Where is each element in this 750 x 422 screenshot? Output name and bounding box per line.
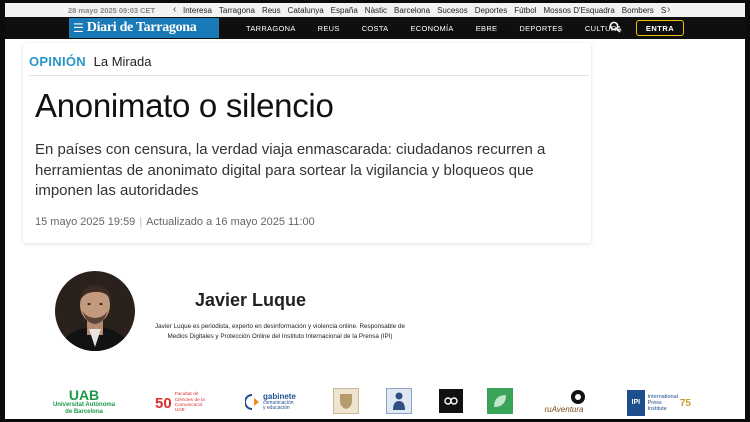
- fcc-text-4: UAB: [174, 408, 185, 414]
- article-section: OPINIÓN La Mirada: [29, 54, 151, 69]
- mask-icon: [444, 397, 458, 405]
- article-subtitle: En países con censura, la verdad viaja e…: [35, 141, 546, 199]
- top-link-futbol[interactable]: Fútbol: [514, 6, 536, 15]
- page-frame: 28 mayo 2025 09:03 CET ‹ Interesa Tarrag…: [5, 3, 745, 419]
- search-icon[interactable]: [609, 21, 621, 33]
- partner-logos: UAB Universitat Autònoma de Barcelona 50…: [5, 381, 745, 419]
- nav-item-tarragona[interactable]: TARRAGONA: [246, 24, 296, 33]
- nav-item-reus[interactable]: REUS: [318, 24, 340, 33]
- article-dates: 15 mayo 2025 19:59 | Actualizado a 16 mayo…: [35, 216, 315, 228]
- fcc-anniversary: 50: [155, 394, 172, 412]
- fcc-text: Facultat de Ciències de la Comunicació U…: [175, 392, 205, 414]
- green-square-logo[interactable]: [487, 388, 513, 414]
- leaf-icon: [494, 395, 506, 407]
- dark-square-logo[interactable]: [439, 389, 463, 413]
- ruaventura-logo[interactable]: ruAventura: [535, 385, 593, 417]
- top-link-espana[interactable]: España: [331, 6, 358, 15]
- site-logo-text: Diari de Tarragona: [86, 20, 197, 35]
- gabinete-logo[interactable]: gabinete comunicación y educación: [245, 389, 311, 415]
- login-button[interactable]: ENTRA: [636, 20, 684, 36]
- section-label[interactable]: OPINIÓN: [29, 54, 86, 69]
- top-link-catalunya[interactable]: Catalunya: [288, 6, 324, 15]
- top-link-s[interactable]: S: [661, 6, 666, 15]
- ipi-mark: IPI: [627, 390, 645, 416]
- date-separator: |: [139, 216, 143, 228]
- author-bio: Javier Luque es periodista, experto en d…: [155, 323, 405, 340]
- person-icon: [393, 392, 405, 410]
- divider: [29, 75, 589, 76]
- top-strip: 28 mayo 2025 09:03 CET ‹ Interesa Tarrag…: [5, 3, 745, 17]
- nav-item-costa[interactable]: COSTA: [362, 24, 389, 33]
- globe-icon: [571, 389, 585, 404]
- ipi-anniversary: 75: [679, 397, 691, 409]
- figure-logo[interactable]: [386, 388, 412, 414]
- uab-logo[interactable]: UAB Universitat Autònoma de Barcelona: [50, 385, 118, 419]
- main-navbar: ☰ Diari de Tarragona TARRAGONA REUS COST…: [5, 17, 745, 39]
- top-link-barcelona[interactable]: Barcelona: [394, 6, 430, 15]
- top-link-nastic[interactable]: Nàstic: [365, 6, 387, 15]
- ruaventura-text: ruAventura: [544, 404, 584, 414]
- uab-logo-line-2: de Barcelona: [65, 409, 103, 415]
- top-link-mossos[interactable]: Mossos D'Esquadra: [543, 6, 614, 15]
- top-strip-links: Interesa Tarragona Reus Catalunya España…: [183, 6, 666, 15]
- published-date: 15 mayo 2025 19:59: [35, 216, 136, 228]
- top-link-reus[interactable]: Reus: [262, 6, 281, 15]
- gabinete-line-2: y educación: [263, 405, 290, 411]
- top-link-sucesos[interactable]: Sucesos: [437, 6, 468, 15]
- gabinete-mark-icon: [245, 394, 259, 410]
- fcc-uab-logo[interactable]: 50 Facultat de Ciències de la Comunicaci…: [155, 389, 227, 417]
- column-label[interactable]: La Mirada: [94, 54, 152, 69]
- top-link-tarragona[interactable]: Tarragona: [219, 6, 255, 15]
- nav-item-ebre[interactable]: EBRE: [476, 24, 498, 33]
- ipi-text: International Press Institute: [648, 394, 678, 412]
- top-link-deportes[interactable]: Deportes: [475, 6, 507, 15]
- current-date: 28 mayo 2025 09:03 CET: [68, 6, 156, 15]
- menu-icon[interactable]: ☰: [73, 21, 84, 35]
- ipi-line-3: Institute: [647, 406, 667, 412]
- nav-item-deportes[interactable]: DEPORTES: [519, 24, 563, 33]
- site-logo[interactable]: ☰ Diari de Tarragona: [69, 18, 219, 38]
- uab-logo-title: UAB: [68, 387, 100, 403]
- nav-item-economia[interactable]: ECONOMÍA: [410, 24, 453, 33]
- shield-icon: [340, 394, 352, 409]
- uab-logo-line-1: Universitat Autònoma: [52, 402, 116, 408]
- article-title: Anonimato o silencio: [35, 87, 334, 124]
- ipi-logo[interactable]: IPI International Press Institute 75: [627, 388, 691, 418]
- author-avatar[interactable]: [55, 271, 135, 351]
- top-link-bombers[interactable]: Bombers: [622, 6, 654, 15]
- section-nav: TARRAGONA REUS COSTA ECONOMÍA EBRE DEPOR…: [246, 24, 622, 33]
- updated-date: Actualizado a 16 mayo 2025 11:00: [146, 216, 315, 228]
- chevron-left-icon[interactable]: ‹: [173, 4, 176, 15]
- chevron-right-icon[interactable]: ›: [667, 4, 670, 15]
- gabinete-text: gabinete comunicación y educación: [263, 392, 296, 412]
- top-link-interesa[interactable]: Interesa: [183, 6, 212, 15]
- author-name[interactable]: Javier Luque: [195, 290, 306, 311]
- emblem-logo[interactable]: [333, 388, 359, 414]
